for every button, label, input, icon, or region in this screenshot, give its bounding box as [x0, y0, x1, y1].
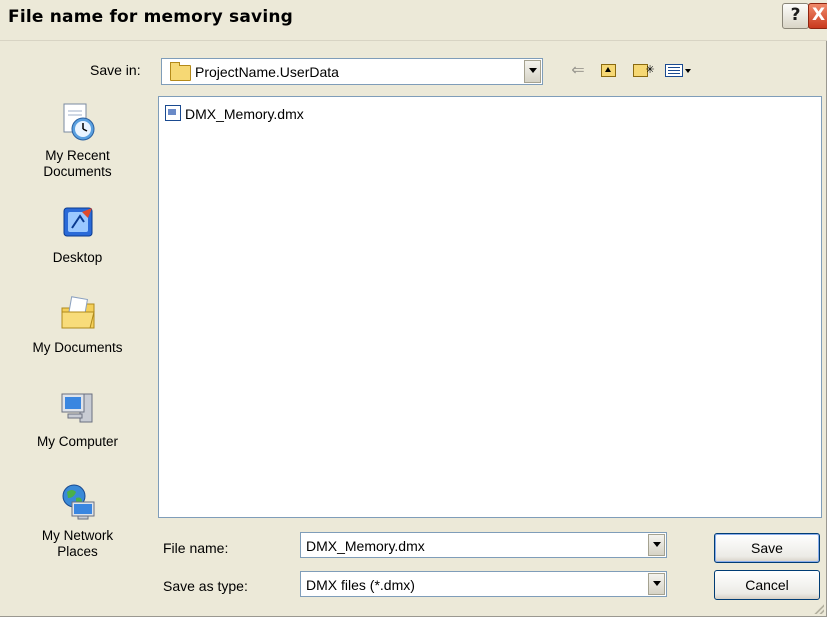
file-name-label: File name: — [163, 540, 229, 556]
desktop-icon — [58, 204, 98, 244]
save-in-value: ProjectName.UserData — [195, 64, 339, 80]
list-item[interactable]: DMX_Memory.dmx — [165, 105, 304, 122]
save-in-dropdown[interactable]: ProjectName.UserData — [161, 58, 543, 85]
save-as-type-dropdown[interactable]: DMX files (*.dmx) — [300, 571, 667, 597]
window-title: File name for memory saving — [8, 7, 294, 27]
places-item-network-places[interactable]: My Network Places — [5, 482, 150, 560]
chevron-down-icon[interactable] — [524, 60, 541, 83]
places-item-recent-documents[interactable]: My Recent Documents — [5, 102, 150, 180]
save-as-type-label: Save as type: — [163, 578, 248, 594]
chevron-down-icon[interactable] — [648, 534, 665, 556]
my-documents-icon — [58, 294, 98, 334]
new-folder-icon[interactable]: ✳ — [629, 60, 655, 82]
network-places-icon — [58, 482, 98, 522]
places-item-label: My Network Places — [41, 528, 114, 559]
places-item-label: My Documents — [32, 340, 123, 355]
places-item-my-computer[interactable]: My Computer — [5, 388, 150, 450]
save-as-type-value: DMX files (*.dmx) — [306, 577, 415, 593]
file-name-input[interactable]: DMX_Memory.dmx — [300, 532, 667, 558]
file-name-value[interactable]: DMX_Memory.dmx — [306, 538, 425, 554]
help-button[interactable]: ? — [782, 3, 809, 29]
save-in-label: Save in: — [90, 62, 141, 78]
folder-icon — [170, 62, 191, 81]
file-save-dialog: File name for memory saving ? X Save in:… — [0, 0, 827, 617]
save-button[interactable]: Save — [714, 533, 820, 563]
up-one-level-icon[interactable] — [597, 60, 619, 82]
places-item-label: Desktop — [52, 250, 103, 265]
places-item-label: My Recent Documents — [43, 148, 112, 179]
file-name-label: DMX_Memory.dmx — [185, 106, 304, 122]
places-bar: My Recent Documents Desktop My Documents… — [5, 92, 150, 602]
places-item-label: My Computer — [36, 434, 119, 449]
close-button[interactable]: X — [808, 3, 827, 29]
back-arrow-icon[interactable]: ⇐ — [567, 60, 589, 82]
places-item-my-documents[interactable]: My Documents — [5, 294, 150, 356]
cancel-button[interactable]: Cancel — [714, 570, 820, 600]
title-bar[interactable]: File name for memory saving ? X — [0, 0, 827, 41]
file-list-view[interactable]: DMX_Memory.dmx — [158, 96, 822, 518]
my-computer-icon — [58, 388, 98, 428]
dmx-file-icon — [165, 105, 181, 121]
resize-grip-icon[interactable] — [812, 602, 824, 614]
view-menu-icon[interactable] — [663, 60, 693, 82]
places-item-desktop[interactable]: Desktop — [5, 204, 150, 266]
recent-documents-icon — [58, 102, 98, 142]
chevron-down-icon[interactable] — [648, 573, 665, 595]
